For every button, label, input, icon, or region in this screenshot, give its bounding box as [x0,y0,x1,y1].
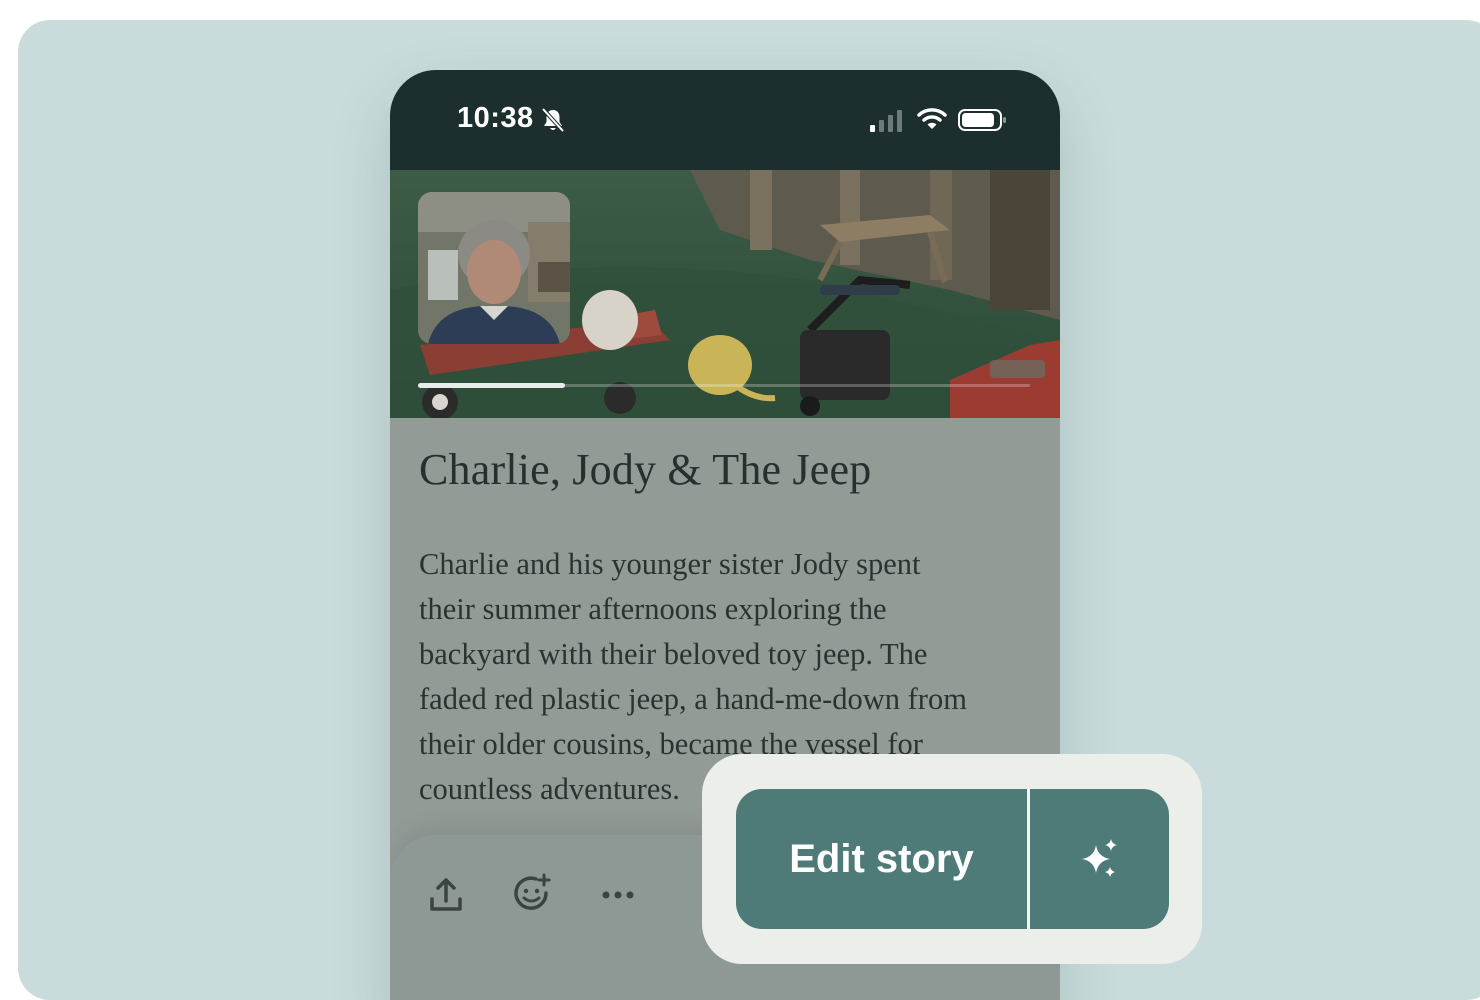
story-body-line: their summer afternoons exploring the [419,592,887,626]
status-bar: 10:38 [390,70,1060,170]
ai-edit-button[interactable] [1030,789,1169,929]
story-body-line: faded red plastic jeep, a hand-me-down f… [419,682,967,716]
more-icon[interactable] [598,875,638,915]
edit-story-highlight: Edit story [702,754,1202,964]
pip-frame [418,192,570,344]
story-body-line: Charlie and his younger sister Jody spen… [419,547,921,581]
video-player[interactable] [390,170,1060,418]
add-reaction-icon[interactable] [512,873,552,913]
wifi-icon [917,108,947,129]
video-progress-track[interactable] [418,383,1030,388]
story-body-line: backyard with their beloved toy jeep. Th… [419,637,928,671]
story-title: Charlie, Jody & The Jeep [419,445,872,494]
share-icon[interactable] [426,875,466,915]
video-progress-fill [418,383,565,388]
bell-slash-icon [541,107,565,133]
status-time: 10:38 [457,102,534,134]
edit-story-button-group: Edit story [736,789,1169,929]
pip-camera-view[interactable] [418,192,570,344]
sparkle-icon [1082,839,1117,877]
signal-icon [870,110,902,132]
battery-icon [958,109,1006,131]
canvas-background: 10:38 Charlie, Jody & The Jeep Charlie a… [18,20,1480,1000]
edit-story-button[interactable]: Edit story [736,789,1027,929]
